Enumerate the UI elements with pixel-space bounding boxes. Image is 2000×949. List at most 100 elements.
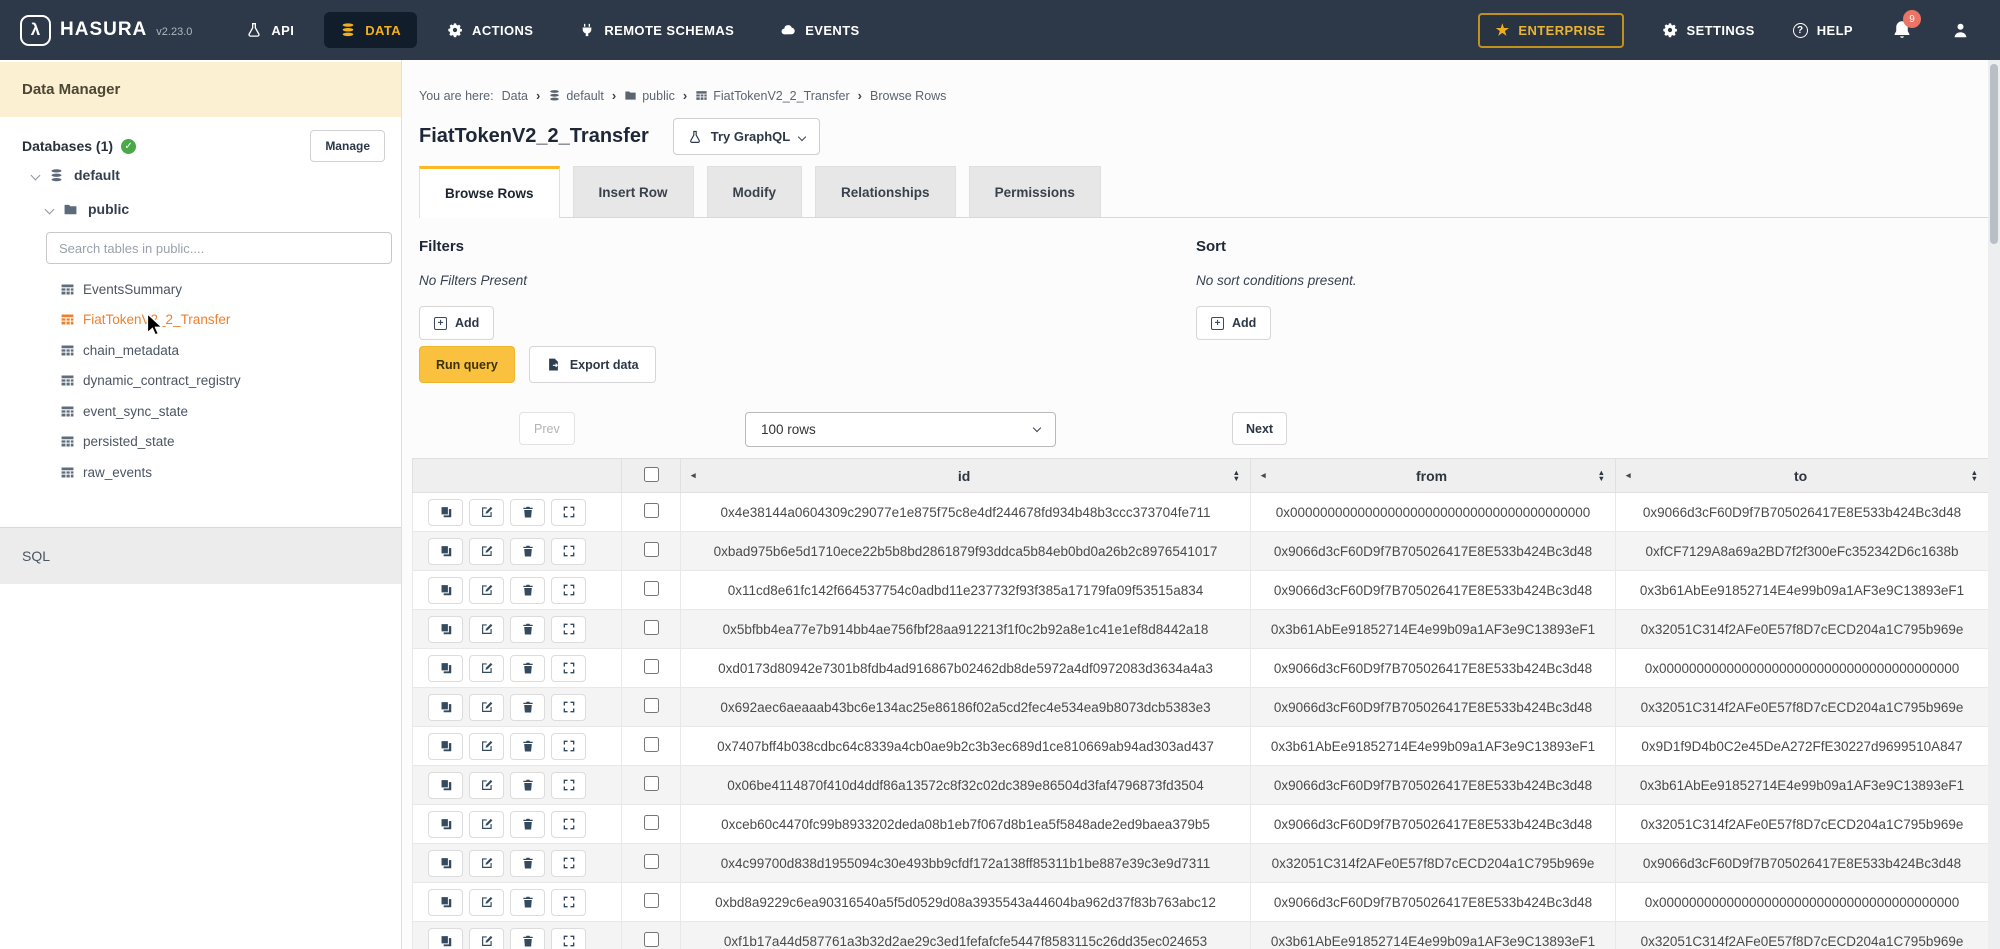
expand-row-button[interactable] (551, 538, 586, 565)
delete-row-button[interactable] (510, 577, 545, 604)
edit-row-button[interactable] (469, 694, 504, 721)
row-checkbox[interactable] (644, 581, 659, 596)
delete-row-button[interactable] (510, 694, 545, 721)
expand-row-button[interactable] (551, 772, 586, 799)
expand-row-button[interactable] (551, 694, 586, 721)
scrollbar-thumb[interactable] (1990, 64, 1998, 244)
column-label[interactable]: to (1631, 468, 1971, 484)
edit-row-button[interactable] (469, 889, 504, 916)
edit-row-button[interactable] (469, 733, 504, 760)
row-checkbox[interactable] (644, 620, 659, 635)
delete-row-button[interactable] (510, 811, 545, 838)
export-data-button[interactable]: Export data (529, 346, 656, 383)
run-query-button[interactable]: Run query (419, 346, 515, 383)
notifications-button[interactable]: 9 (1891, 19, 1913, 41)
row-checkbox[interactable] (644, 776, 659, 791)
tab-modify[interactable]: Modify (707, 166, 803, 217)
edit-row-button[interactable] (469, 655, 504, 682)
sidebar-table-event_sync_state[interactable]: event_sync_state (60, 396, 391, 427)
delete-row-button[interactable] (510, 655, 545, 682)
breadcrumb-item-browse-rows[interactable]: Browse Rows (870, 89, 946, 103)
edit-row-button[interactable] (469, 850, 504, 877)
edit-row-button[interactable] (469, 928, 504, 949)
clone-row-button[interactable] (428, 772, 463, 799)
sidebar-item-sql[interactable]: SQL (0, 527, 401, 584)
clone-row-button[interactable] (428, 499, 463, 526)
expand-row-button[interactable] (551, 655, 586, 682)
sidebar-table-chain_metadata[interactable]: chain_metadata (60, 335, 391, 366)
row-checkbox[interactable] (644, 893, 659, 908)
user-menu-button[interactable] (1951, 21, 1970, 40)
expand-row-button[interactable] (551, 928, 586, 949)
expand-row-button[interactable] (551, 733, 586, 760)
column-label[interactable]: from (1266, 468, 1598, 484)
delete-row-button[interactable] (510, 616, 545, 643)
settings-button[interactable]: SETTINGS (1662, 22, 1755, 38)
edit-row-button[interactable] (469, 499, 504, 526)
nav-item-actions[interactable]: ACTIONS (431, 12, 549, 48)
expand-row-button[interactable] (551, 889, 586, 916)
clone-row-button[interactable] (428, 538, 463, 565)
clone-row-button[interactable] (428, 655, 463, 682)
clone-row-button[interactable] (428, 850, 463, 877)
expand-row-button[interactable] (551, 850, 586, 877)
edit-row-button[interactable] (469, 577, 504, 604)
sidebar-table-raw_events[interactable]: raw_events (60, 457, 391, 488)
brand[interactable]: λ HASURA v2.23.0 (0, 15, 202, 46)
delete-row-button[interactable] (510, 733, 545, 760)
clone-row-button[interactable] (428, 616, 463, 643)
sidebar-table-EventsSummary[interactable]: EventsSummary (60, 274, 391, 305)
edit-row-button[interactable] (469, 616, 504, 643)
next-page-button[interactable]: Next (1232, 412, 1287, 445)
delete-row-button[interactable] (510, 772, 545, 799)
delete-row-button[interactable] (510, 889, 545, 916)
clone-row-button[interactable] (428, 928, 463, 949)
clone-row-button[interactable] (428, 694, 463, 721)
tree-node-public-schema[interactable]: public (46, 201, 129, 217)
expand-row-button[interactable] (551, 811, 586, 838)
select-all-checkbox[interactable] (644, 467, 659, 482)
tab-browse-rows[interactable]: Browse Rows (419, 166, 560, 218)
clone-row-button[interactable] (428, 733, 463, 760)
nav-item-data[interactable]: DATA (324, 12, 417, 48)
row-checkbox[interactable] (644, 503, 659, 518)
prev-page-button[interactable]: Prev (519, 412, 575, 445)
sort-column-icon[interactable]: ▲▼ (1971, 470, 1978, 481)
add-sort-button[interactable]: Add (1196, 306, 1271, 340)
delete-row-button[interactable] (510, 499, 545, 526)
nav-item-api[interactable]: API (230, 12, 310, 48)
expand-row-button[interactable] (551, 499, 586, 526)
edit-row-button[interactable] (469, 538, 504, 565)
column-label[interactable]: id (696, 468, 1233, 484)
edit-row-button[interactable] (469, 772, 504, 799)
add-filter-button[interactable]: Add (419, 306, 494, 340)
sidebar-table-persisted_state[interactable]: persisted_state (60, 427, 391, 458)
chevron-down-icon[interactable] (31, 170, 41, 180)
sort-column-icon[interactable]: ▲▼ (1598, 470, 1605, 481)
breadcrumb-item-data[interactable]: Data (502, 89, 528, 103)
nav-item-remote-schemas[interactable]: REMOTE SCHEMAS (563, 12, 750, 48)
row-checkbox[interactable] (644, 698, 659, 713)
breadcrumb-item-default[interactable]: default (548, 89, 604, 103)
rows-per-page-select[interactable]: 100 rows (745, 412, 1056, 447)
expand-row-button[interactable] (551, 616, 586, 643)
enterprise-button[interactable]: ★ ENTERPRISE (1478, 13, 1624, 48)
breadcrumb-item-fiattokenv2-2-transfer[interactable]: FiatTokenV2_2_Transfer (695, 89, 849, 103)
tree-node-default-database[interactable]: default (32, 167, 120, 183)
row-checkbox[interactable] (644, 542, 659, 557)
sidebar-table-FiatTokenV2_2_Transfer[interactable]: FiatTokenV2_2_Transfer (60, 305, 391, 336)
clone-row-button[interactable] (428, 811, 463, 838)
vertical-scrollbar[interactable] (1988, 60, 2000, 949)
sort-column-icon[interactable]: ▲▼ (1233, 470, 1240, 481)
tab-relationships[interactable]: Relationships (815, 166, 956, 217)
row-checkbox[interactable] (644, 932, 659, 947)
nav-item-events[interactable]: EVENTS (764, 12, 875, 48)
delete-row-button[interactable] (510, 928, 545, 949)
row-checkbox[interactable] (644, 854, 659, 869)
help-button[interactable]: ? HELP (1793, 23, 1853, 38)
row-checkbox[interactable] (644, 815, 659, 830)
expand-row-button[interactable] (551, 577, 586, 604)
clone-row-button[interactable] (428, 889, 463, 916)
row-checkbox[interactable] (644, 659, 659, 674)
row-checkbox[interactable] (644, 737, 659, 752)
